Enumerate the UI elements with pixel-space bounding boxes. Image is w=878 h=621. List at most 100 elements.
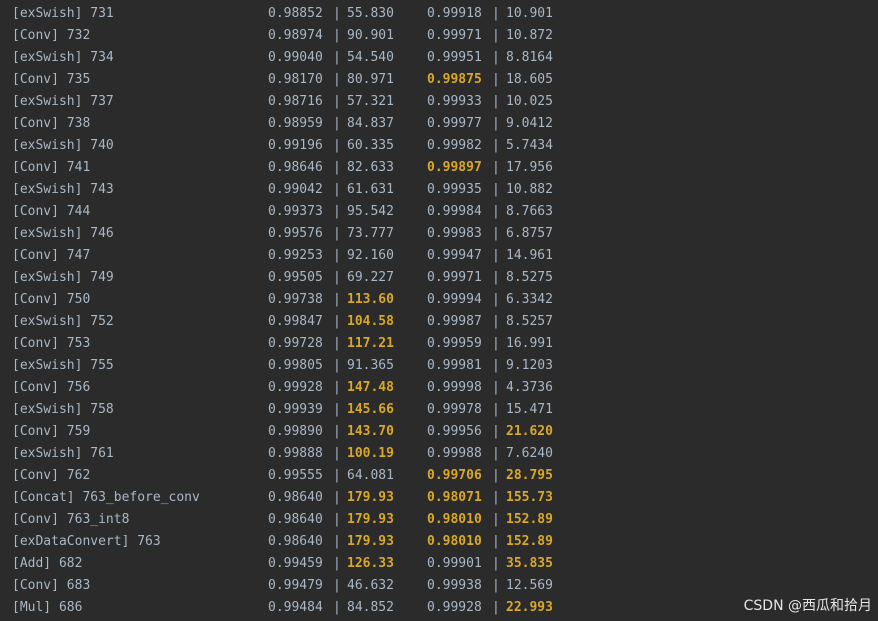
metric-value-3: 0.99875	[427, 72, 482, 87]
metric-value-1: 0.99253	[268, 248, 323, 263]
result-row: [Add] 682 0.99459 | 126.33 0.99901 | 35.835	[0, 553, 878, 575]
layer-name: [exDataConvert] 763	[12, 534, 161, 549]
result-row: [exSwish] 761 0.99888 | 100.19 0.99988 | 7.624…	[0, 443, 878, 465]
result-row: [Conv] 762 0.99555 | 64.081 0.99706 | 28.795	[0, 465, 878, 487]
layer-name: [exSwish] 758	[12, 402, 114, 417]
layer-name: [exSwish] 737	[12, 94, 114, 109]
layer-name: [Conv] 753	[12, 336, 91, 351]
layer-name: [Conv] 732	[12, 28, 91, 43]
result-row: [Conv] 747 0.99253 | 92.160 0.99947 | 14.961	[0, 245, 878, 267]
metric-value-3: 0.99971	[427, 270, 482, 285]
column-separator: |	[492, 160, 500, 175]
metric-value-3: 0.99998	[427, 380, 482, 395]
metric-value-2: 82.633	[347, 160, 394, 175]
metric-value-4: 7.6240	[506, 446, 553, 461]
metric-value-4: 9.0412	[506, 116, 553, 131]
column-separator: |	[333, 94, 341, 109]
metric-value-1: 0.99484	[268, 600, 323, 615]
column-separator: |	[492, 248, 500, 263]
metric-value-1: 0.99890	[268, 424, 323, 439]
column-separator: |	[333, 336, 341, 351]
metric-value-3: 0.99928	[427, 600, 482, 615]
metric-value-1: 0.98170	[268, 72, 323, 87]
metric-value-4: 8.5275	[506, 270, 553, 285]
column-separator: |	[333, 446, 341, 461]
metric-value-3: 0.99933	[427, 94, 482, 109]
metric-value-2: 69.227	[347, 270, 394, 285]
metric-value-3: 0.99971	[427, 28, 482, 43]
column-separator: |	[333, 28, 341, 43]
column-separator: |	[333, 182, 341, 197]
result-row: [exSwish] 755 0.99805 | 91.365 0.99981 | 9.120…	[0, 355, 878, 377]
column-separator: |	[333, 512, 341, 527]
metric-value-2: 117.21	[347, 336, 394, 351]
metric-value-1: 0.99847	[268, 314, 323, 329]
result-row: [exSwish] 752 0.99847 | 104.58 0.99987 | 8.525…	[0, 311, 878, 333]
column-separator: |	[492, 578, 500, 593]
column-separator: |	[333, 468, 341, 483]
layer-name: [exSwish] 755	[12, 358, 114, 373]
metric-value-4: 4.3736	[506, 380, 553, 395]
column-separator: |	[333, 490, 341, 505]
result-row: [Conv] 732 0.98974 | 90.901 0.99971 | 10.872	[0, 25, 878, 47]
layer-name: [Conv] 759	[12, 424, 91, 439]
result-row: [Conv] 759 0.99890 | 143.70 0.99956 | 21.620	[0, 421, 878, 443]
metric-value-1: 0.99505	[268, 270, 323, 285]
result-row: [exSwish] 749 0.99505 | 69.227 0.99971 | 8.527…	[0, 267, 878, 289]
metric-value-3: 0.98010	[427, 534, 482, 549]
metric-value-1: 0.99196	[268, 138, 323, 153]
column-separator: |	[492, 402, 500, 417]
layer-name: [exSwish] 740	[12, 138, 114, 153]
metric-value-4: 22.993	[506, 600, 553, 615]
result-row: [Conv] 741 0.98646 | 82.633 0.99897 | 17.956	[0, 157, 878, 179]
column-separator: |	[492, 270, 500, 285]
column-separator: |	[492, 6, 500, 21]
metric-value-4: 18.605	[506, 72, 553, 87]
results-list: [exSwish] 731 0.98852 | 55.830 0.99918 | 10.90…	[0, 3, 878, 619]
layer-name: [Mul] 686	[12, 600, 83, 615]
metric-value-3: 0.99938	[427, 578, 482, 593]
layer-name: [Conv] 683	[12, 578, 91, 593]
metric-value-2: 57.321	[347, 94, 394, 109]
metric-value-3: 0.99982	[427, 138, 482, 153]
metric-value-3: 0.99984	[427, 204, 482, 219]
metric-value-1: 0.99459	[268, 556, 323, 571]
metric-value-3: 0.99935	[427, 182, 482, 197]
column-separator: |	[333, 6, 341, 21]
metric-value-4: 6.3342	[506, 292, 553, 307]
column-separator: |	[492, 358, 500, 373]
column-separator: |	[333, 534, 341, 549]
metric-value-4: 28.795	[506, 468, 553, 483]
column-separator: |	[333, 204, 341, 219]
column-separator: |	[333, 556, 341, 571]
metric-value-3: 0.98010	[427, 512, 482, 527]
column-separator: |	[333, 138, 341, 153]
column-separator: |	[492, 94, 500, 109]
result-row: [Conv] 738 0.98959 | 84.837 0.99977 | 9.0412	[0, 113, 878, 135]
metric-value-2: 55.830	[347, 6, 394, 21]
metric-value-3: 0.99983	[427, 226, 482, 241]
column-separator: |	[492, 446, 500, 461]
metric-value-4: 35.835	[506, 556, 553, 571]
metric-value-3: 0.99947	[427, 248, 482, 263]
metric-value-2: 46.632	[347, 578, 394, 593]
csdn-watermark: CSDN @西瓜和拾月	[743, 598, 872, 614]
column-separator: |	[492, 512, 500, 527]
column-separator: |	[492, 424, 500, 439]
metric-value-2: 60.335	[347, 138, 394, 153]
metric-value-1: 0.98640	[268, 534, 323, 549]
layer-name: [Conv] 738	[12, 116, 91, 131]
metric-value-2: 179.93	[347, 534, 394, 549]
metric-value-2: 100.19	[347, 446, 394, 461]
metric-value-1: 0.98640	[268, 512, 323, 527]
metric-value-4: 152.89	[506, 512, 553, 527]
result-row: [exSwish] 731 0.98852 | 55.830 0.99918 | 10.90…	[0, 3, 878, 25]
column-separator: |	[333, 116, 341, 131]
metric-value-1: 0.99555	[268, 468, 323, 483]
column-separator: |	[492, 380, 500, 395]
metric-value-1: 0.98640	[268, 490, 323, 505]
column-separator: |	[333, 72, 341, 87]
layer-name: [exSwish] 743	[12, 182, 114, 197]
metric-value-4: 6.8757	[506, 226, 553, 241]
metric-value-3: 0.99956	[427, 424, 482, 439]
